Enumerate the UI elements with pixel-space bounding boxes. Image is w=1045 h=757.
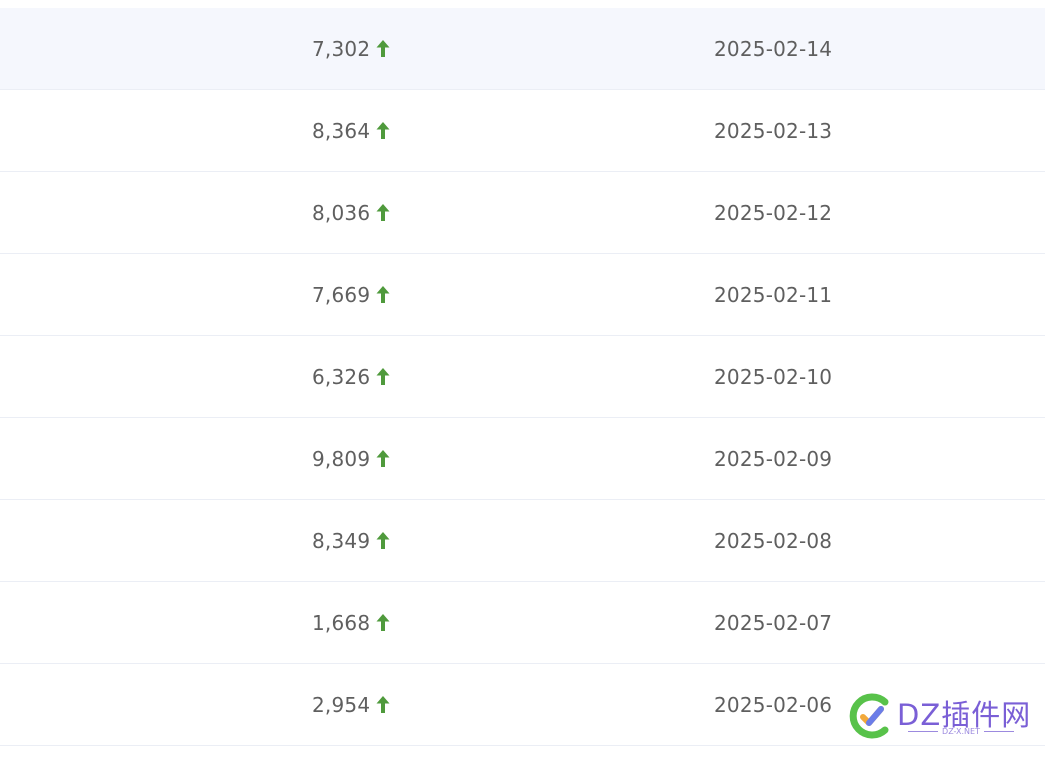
stats-table: 7,302 2025-02-14 8,364 2025-02-13 8,036 … bbox=[0, 8, 1045, 746]
date-cell: 2025-02-09 bbox=[714, 446, 833, 471]
count-cell: 8,364 bbox=[312, 90, 390, 171]
table-row[interactable]: 6,326 2025-02-10 bbox=[0, 336, 1045, 418]
date-cell: 2025-02-07 bbox=[714, 610, 833, 635]
arrow-up-icon bbox=[376, 39, 390, 57]
table-row[interactable]: 8,349 2025-02-08 bbox=[0, 500, 1045, 582]
date-cell: 2025-02-12 bbox=[714, 200, 833, 225]
count-cell: 8,349 bbox=[312, 500, 390, 581]
count-cell: 8,036 bbox=[312, 172, 390, 253]
arrow-up-icon bbox=[376, 695, 390, 713]
count-cell: 2,954 bbox=[312, 664, 390, 745]
watermark-sub: DZ-X.NET bbox=[897, 727, 1025, 736]
date-cell: 2025-02-10 bbox=[714, 364, 833, 389]
date-cell: 2025-02-11 bbox=[714, 282, 833, 307]
arrow-up-icon bbox=[376, 203, 390, 221]
count-value: 7,302 bbox=[312, 36, 371, 61]
date-cell: 2025-02-14 bbox=[714, 36, 833, 61]
count-value: 9,809 bbox=[312, 446, 371, 471]
arrow-up-icon bbox=[376, 531, 390, 549]
count-cell: 1,668 bbox=[312, 582, 390, 663]
count-cell: 9,809 bbox=[312, 418, 390, 499]
arrow-up-icon bbox=[376, 449, 390, 467]
count-cell: 6,326 bbox=[312, 336, 390, 417]
table-row[interactable]: 7,669 2025-02-11 bbox=[0, 254, 1045, 336]
count-value: 2,954 bbox=[312, 692, 371, 717]
count-value: 1,668 bbox=[312, 610, 371, 635]
watermark: DZ插件网 DZ-X.NET bbox=[845, 690, 1035, 744]
date-cell: 2025-02-13 bbox=[714, 118, 833, 143]
table-row[interactable]: 9,809 2025-02-09 bbox=[0, 418, 1045, 500]
count-value: 6,326 bbox=[312, 364, 371, 389]
table-row[interactable]: 8,036 2025-02-12 bbox=[0, 172, 1045, 254]
count-value: 8,364 bbox=[312, 118, 371, 143]
count-value: 8,349 bbox=[312, 528, 371, 553]
table-row[interactable]: 1,668 2025-02-07 bbox=[0, 582, 1045, 664]
arrow-up-icon bbox=[376, 285, 390, 303]
count-value: 8,036 bbox=[312, 200, 371, 225]
count-cell: 7,302 bbox=[312, 8, 390, 89]
date-cell: 2025-02-06 bbox=[714, 692, 833, 717]
dz-logo-icon bbox=[849, 693, 889, 739]
table-row[interactable]: 8,364 2025-02-13 bbox=[0, 90, 1045, 172]
arrow-up-icon bbox=[376, 367, 390, 385]
date-cell: 2025-02-08 bbox=[714, 528, 833, 553]
table-row[interactable]: 7,302 2025-02-14 bbox=[0, 8, 1045, 90]
count-value: 7,669 bbox=[312, 282, 371, 307]
count-cell: 7,669 bbox=[312, 254, 390, 335]
arrow-up-icon bbox=[376, 121, 390, 139]
arrow-up-icon bbox=[376, 613, 390, 631]
